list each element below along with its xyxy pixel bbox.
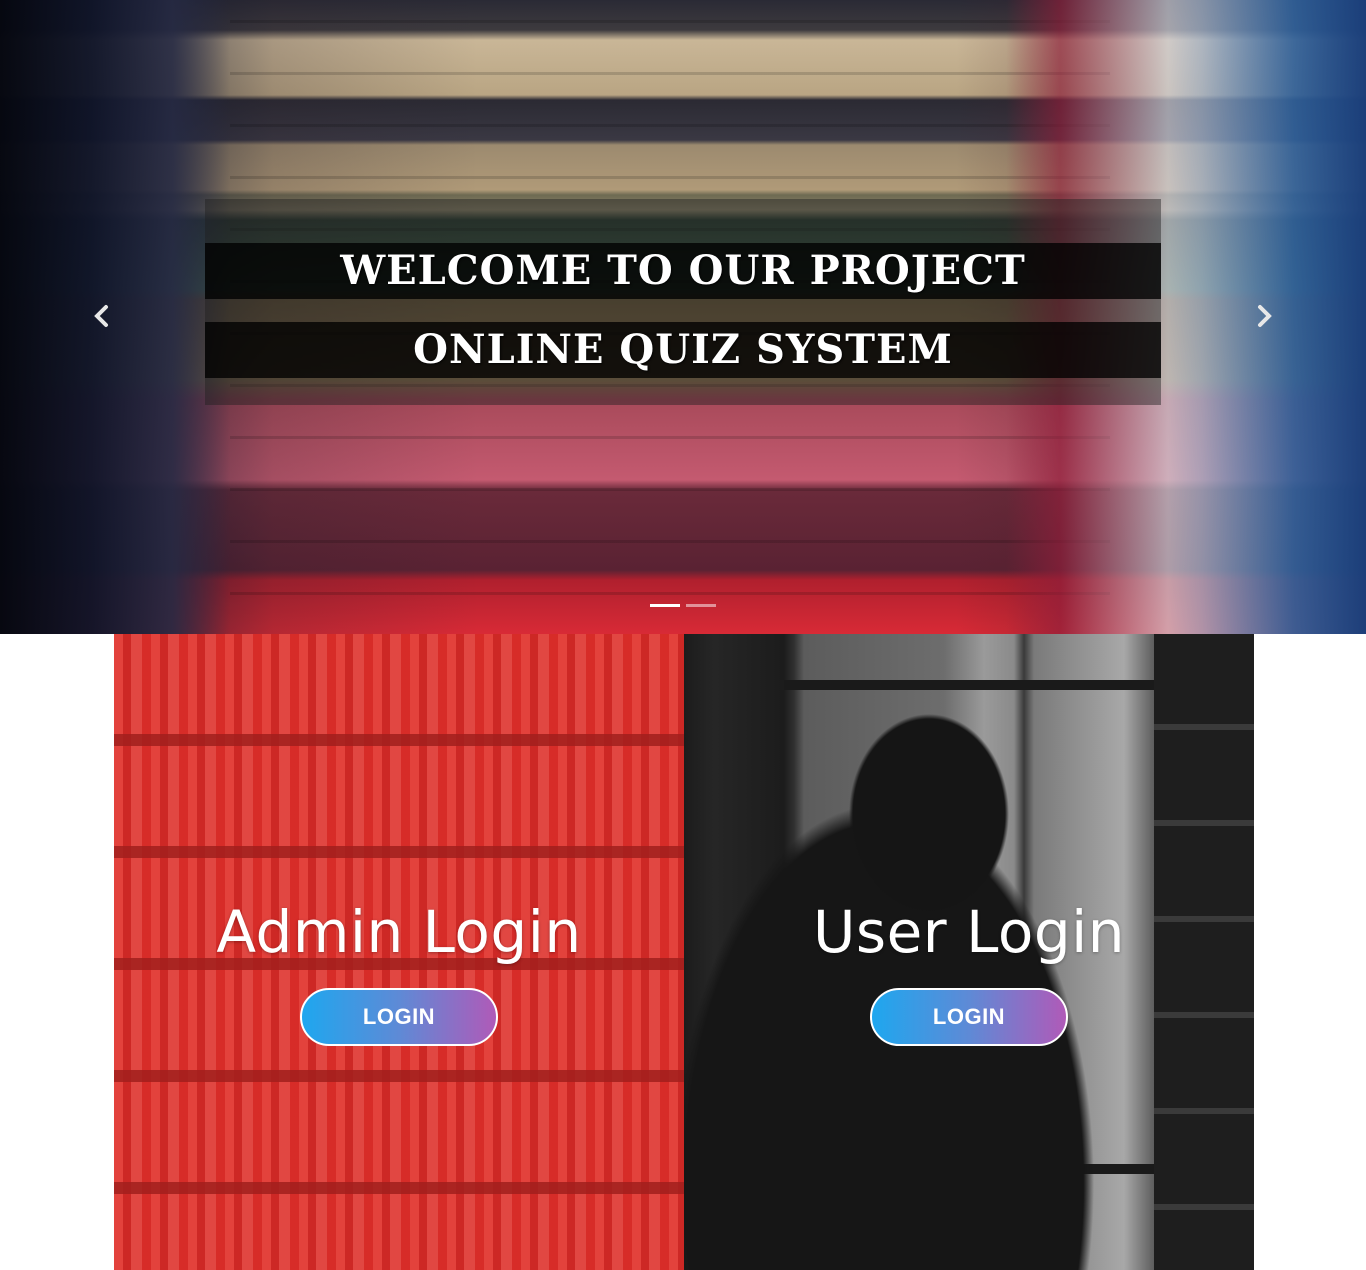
carousel-prev-button[interactable]	[84, 300, 120, 336]
carousel-indicator-1[interactable]	[650, 604, 680, 607]
chevron-right-icon	[1254, 304, 1274, 333]
admin-login-panel: Admin Login LOGIN	[114, 634, 684, 1270]
user-login-button[interactable]: LOGIN	[870, 988, 1068, 1046]
carousel-indicator-2[interactable]	[686, 604, 716, 607]
admin-panel-content: Admin Login LOGIN	[114, 894, 684, 1046]
user-login-panel: User Login LOGIN	[684, 634, 1254, 1270]
welcome-heading: WELCOME TO OUR PROJECT	[205, 243, 1161, 299]
admin-login-title: Admin Login	[216, 898, 582, 966]
admin-login-button[interactable]: LOGIN	[300, 988, 498, 1046]
carousel-indicators	[650, 604, 716, 610]
user-login-title: User Login	[812, 898, 1126, 966]
window-frame	[784, 680, 1164, 690]
carousel-next-button[interactable]	[1246, 300, 1282, 336]
hero-carousel: WELCOME TO OUR PROJECT ONLINE QUIZ SYSTE…	[0, 0, 1366, 634]
project-title: ONLINE QUIZ SYSTEM	[205, 322, 1161, 378]
chevron-left-icon	[92, 304, 112, 333]
user-panel-content: User Login LOGIN	[684, 894, 1254, 1046]
